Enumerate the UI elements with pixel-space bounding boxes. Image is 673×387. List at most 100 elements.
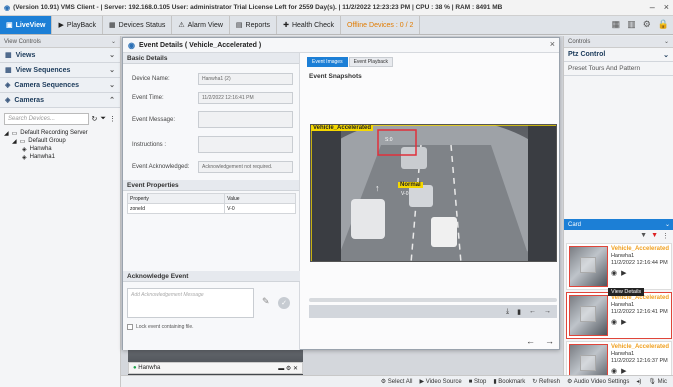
devices-icon: ▦ (109, 22, 116, 29)
expand-icon[interactable]: ◢ (4, 130, 9, 137)
acknowledgement-input[interactable]: Add Acknowledgement Message (127, 288, 254, 318)
previous-event-icon[interactable]: ← (526, 336, 535, 346)
tab-event-playback[interactable]: Event Playback (348, 57, 394, 67)
event-details-dialog: ◉ Event Details ( Vehicle_Accelerated ) … (122, 37, 560, 350)
section-view-sequences[interactable]: ▦ View Sequences ⌄ (0, 63, 120, 78)
acknowledge-icon[interactable]: ▶ (621, 368, 626, 375)
tree-item-group[interactable]: ◢ ▭ Default Group (4, 137, 120, 145)
view-details-icon[interactable]: ◉ (611, 270, 617, 277)
tab-alarm-view[interactable]: ⚠ Alarm View (172, 16, 230, 34)
lock-event-option[interactable]: Lock event containing file. (127, 324, 194, 330)
tree-item-server[interactable]: ◢ ▭ Default Recording Server (4, 129, 120, 137)
chevron-down-icon: ⌄ (663, 51, 669, 59)
alarm-thumbnail[interactable] (569, 246, 608, 287)
acknowledge-icon[interactable]: ▶ (621, 319, 626, 326)
feed-settings-icon[interactable]: ⚙ (286, 366, 291, 372)
chevron-down-icon: ⌄ (664, 222, 670, 228)
table-row[interactable]: zoneId V-0 (126, 203, 296, 214)
filter-icon[interactable]: ▼ (640, 232, 647, 240)
alarm-info: Vehicle_Accelerated Hanwha1 11/2/2022 12… (610, 246, 669, 277)
chevron-down-icon[interactable]: ⌄ (664, 38, 669, 45)
video-source-button[interactable]: ▶ Video Source (419, 378, 461, 385)
close-window-button[interactable]: × (664, 2, 669, 12)
feed-close-icon[interactable]: ✕ (293, 366, 298, 372)
acknowledge-icon[interactable]: ▶ (621, 270, 626, 277)
edit-icon[interactable]: ✎ (262, 296, 270, 307)
refresh-icon[interactable]: ↻ (92, 115, 98, 123)
cameras-icon: ◈ (5, 97, 11, 104)
alarm-card-selected[interactable]: Vehicle_Accelerated Hanwha1 11/2/2022 12… (566, 292, 672, 339)
device-name-field: Device Name: Hanwha1 (2) (123, 69, 299, 88)
filter-icon[interactable]: ⏷ (100, 115, 106, 123)
device-search-input[interactable]: Search Devices... (4, 112, 89, 125)
left-pane: View Controls ⌄ ▦ Views ⌄ ▦ View Sequences… (0, 36, 121, 387)
feed-menu-icon[interactable]: ▬ (278, 366, 284, 372)
select-all-button[interactable]: ⚙ Select All (381, 378, 413, 385)
section-cameras[interactable]: ◈ Cameras ⌃ (0, 93, 120, 108)
alarm-thumbnail[interactable] (569, 295, 608, 336)
more-icon[interactable]: ⋮ (109, 115, 116, 123)
pin-icon[interactable]: ⌄ (111, 38, 116, 45)
section-views[interactable]: ▦ Views ⌄ (0, 48, 120, 63)
tree-item-camera[interactable]: ◈ Hanwha (4, 145, 120, 153)
window-controls: – × (650, 2, 669, 12)
dialog-title-bar: ◉ Event Details ( Vehicle_Accelerated ) (123, 38, 559, 53)
alarm-list: Vehicle_Accelerated Hanwha1 11/2/2022 12… (564, 243, 673, 387)
expand-icon[interactable]: ◢ (12, 138, 17, 145)
device-tree: ◢ ▭ Default Recording Server ◢ ▭ Default Gro… (0, 129, 120, 161)
export-icon[interactable]: ▮ (517, 308, 521, 316)
lock-icon[interactable]: 🔒 (658, 19, 669, 30)
tab-playback[interactable]: ▶ PlayBack (52, 16, 104, 34)
eye-icon: ◉ (128, 40, 135, 50)
lock-event-checkbox[interactable] (127, 324, 133, 330)
stop-button[interactable]: ■ Stop (469, 379, 487, 385)
grid-layout-icon[interactable]: ▦ (612, 19, 621, 30)
more-icon[interactable]: ⋮ (662, 232, 669, 240)
tab-reports[interactable]: ▤ Reports (230, 16, 278, 34)
right-pane: Controls ⌄ Ptz Control ⌄ Preset Tours An… (563, 36, 673, 387)
settings-icon[interactable]: ⚙ (643, 19, 651, 30)
close-icon[interactable]: × (550, 39, 555, 49)
minimize-button[interactable]: – (650, 2, 655, 12)
speaker-icon[interactable]: ◂) (636, 378, 641, 385)
section-camera-sequences[interactable]: ◈ Camera Sequences ⌄ (0, 78, 120, 93)
instructions-value (198, 136, 293, 153)
preset-tours-section[interactable]: Preset Tours And Pattern (564, 62, 673, 76)
tab-liveview[interactable]: ▣ LiveView (0, 16, 53, 34)
chevron-down-icon: ⌄ (109, 82, 115, 89)
layout-icon[interactable]: ▥ (627, 19, 636, 30)
folder-icon: ▭ (19, 138, 26, 145)
refresh-button[interactable]: ↻ Refresh (532, 378, 560, 385)
event-snapshot-image[interactable]: Vehicle_Accelerated Normal S:0 V-0 ↑ (310, 124, 557, 262)
bookmark-button[interactable]: ▮ Bookmark (493, 378, 525, 385)
app-logo-icon: ◉ (4, 4, 11, 12)
prev-image-icon[interactable]: ← (529, 308, 536, 315)
snapshot-slider[interactable] (309, 298, 557, 302)
camera-feed-footer: ● Hanwha ▬ ⚙ ✕ (128, 362, 303, 374)
mic-button[interactable]: 🎙 Mic (648, 378, 667, 385)
confirm-button[interactable]: ✓ (278, 297, 290, 309)
sequence-icon: ▦ (5, 67, 12, 74)
event-properties-table: Property Value zoneId V-0 (126, 193, 296, 214)
download-icon[interactable]: ⤓ (506, 308, 509, 316)
tab-devices-status[interactable]: ▦ Devices Status (103, 16, 173, 34)
tab-health-check[interactable]: ✚ Health Check (277, 16, 341, 34)
alarm-card[interactable]: Vehicle_Accelerated Hanwha1 11/2/2022 12… (566, 243, 672, 290)
snapshot-panel: Event Images Event Playback Event Snapsh… (301, 53, 560, 350)
tab-event-images[interactable]: Event Images (307, 57, 348, 67)
bottom-toolbar: ⚙ Select All ▶ Video Source ■ Stop ▮ Boo… (121, 375, 673, 387)
view-details-icon[interactable]: ◉ (611, 368, 617, 375)
device-name-value: Hanwha1 (2) (198, 72, 293, 85)
tree-item-camera[interactable]: ◈ Hanwha1 (4, 153, 120, 161)
clear-filter-icon[interactable]: ▼ (651, 232, 658, 240)
tab-offline-devices[interactable]: Offline Devices : 0 / 2 (341, 16, 421, 34)
snapshot-toolbar: ⤓ ▮ ← → (309, 305, 557, 318)
audio-video-settings-button[interactable]: ⚙ Audio Video Settings (567, 378, 629, 385)
alarm-card-header[interactable]: Card ⌄ (564, 219, 673, 230)
next-image-icon[interactable]: → (544, 308, 551, 315)
event-time-value: 11/2/2022 12:16:41 PM (198, 91, 293, 104)
direction-arrow-icon: ↑ (375, 183, 380, 193)
next-event-icon[interactable]: → (545, 336, 554, 346)
view-details-icon[interactable]: ◉ (611, 319, 617, 326)
ptz-control-section[interactable]: Ptz Control ⌄ (564, 48, 673, 62)
